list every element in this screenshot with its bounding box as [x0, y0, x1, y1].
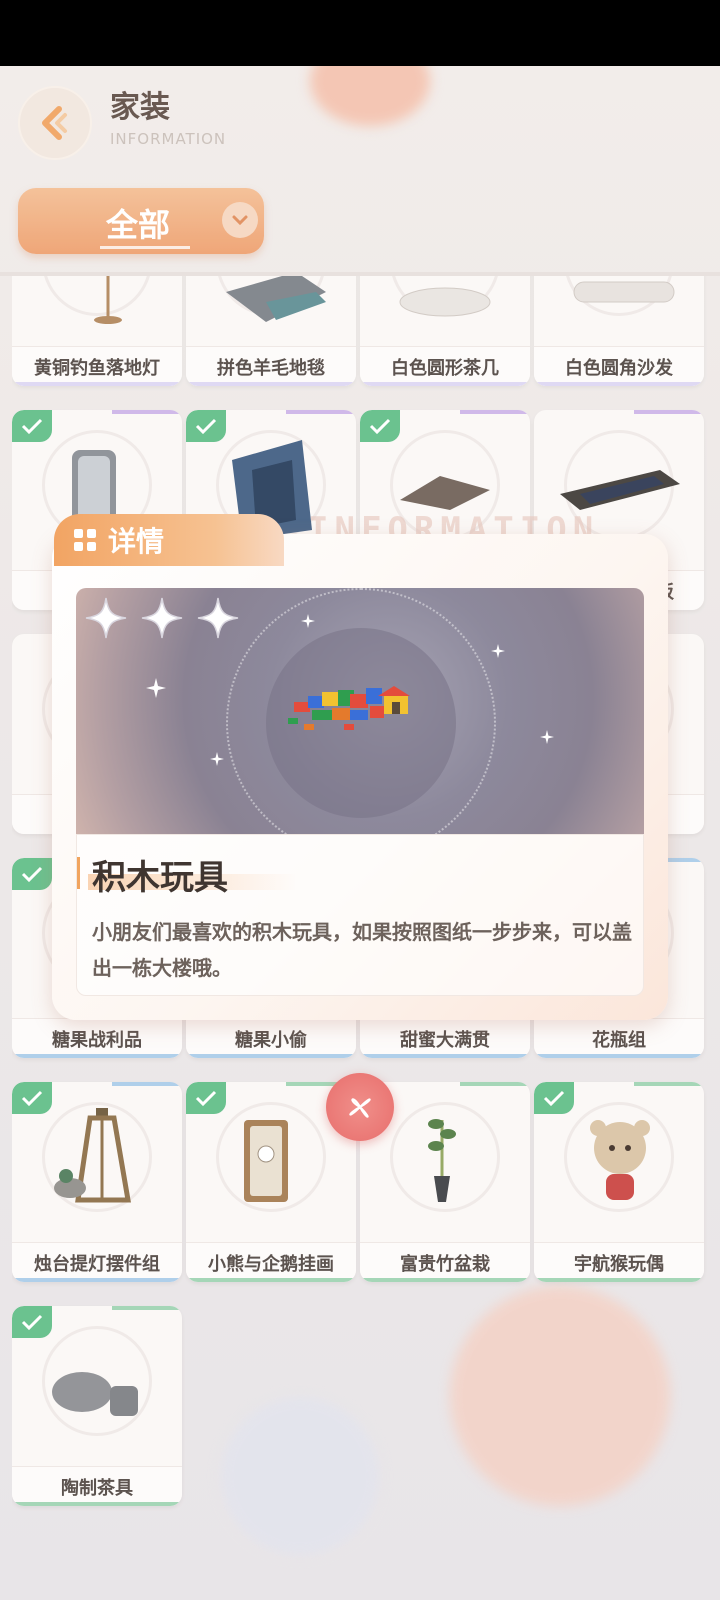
close-icon: [349, 1098, 371, 1118]
item-name: 积木玩具: [92, 858, 228, 898]
star-icon: [85, 597, 127, 639]
star-icon: [197, 597, 239, 639]
rarity-stars: [84, 596, 240, 640]
item-description: 小朋友们最喜欢的积木玩具，如果按照图纸一步步来，可以盖出一栋大楼哦。: [92, 920, 632, 980]
star-icon: [141, 597, 183, 639]
name-accent-bar: [77, 857, 80, 889]
sparkle-icon: [146, 678, 166, 698]
close-button[interactable]: [326, 1073, 394, 1141]
sparkle-icon: [491, 644, 505, 658]
building-blocks-icon: [288, 686, 410, 730]
sparkle-icon: [301, 614, 315, 628]
sparkle-icon: [540, 730, 554, 744]
sparkle-icon: [210, 752, 224, 766]
grid-icon: [74, 529, 96, 551]
item-preview: [76, 588, 644, 834]
detail-tab-title: 详情: [108, 525, 165, 558]
detail-tab: 详情: [54, 514, 284, 566]
